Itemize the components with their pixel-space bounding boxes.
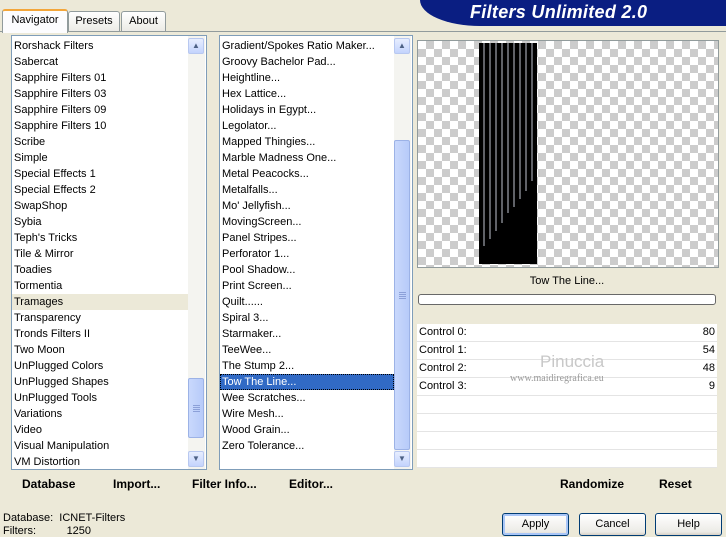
list-item[interactable]: The Stump 2... <box>220 358 394 374</box>
list-item[interactable]: Heightline... <box>220 70 394 86</box>
list-item[interactable]: Pool Shadow... <box>220 262 394 278</box>
help-button[interactable]: Help <box>655 513 722 536</box>
empty-row <box>417 432 717 450</box>
tab-presets[interactable]: Presets <box>68 11 120 31</box>
list-item[interactable]: Variations <box>12 406 188 422</box>
list-item[interactable]: Holidays in Egypt... <box>220 102 394 118</box>
list-item[interactable]: Scribe <box>12 134 188 150</box>
list-item[interactable]: Panel Stripes... <box>220 230 394 246</box>
control-label: Control 0: <box>419 326 467 338</box>
control-label: Control 3: <box>419 380 467 392</box>
list-item[interactable]: Rorshack Filters <box>12 38 188 54</box>
preview-image <box>417 40 719 268</box>
list-item[interactable]: Tramages <box>12 294 188 310</box>
reset-button[interactable]: Reset <box>659 477 692 491</box>
list-item[interactable]: Teph's Tricks <box>12 230 188 246</box>
list-item[interactable]: TeeWee... <box>220 342 394 358</box>
empty-row <box>417 396 717 414</box>
list-item[interactable]: Visual Manipulation <box>12 438 188 454</box>
control-value: 9 <box>708 380 715 392</box>
control-label: Control 2: <box>419 362 467 374</box>
list-item[interactable]: Metalfalls... <box>220 182 394 198</box>
list-item[interactable]: Transparency <box>12 310 188 326</box>
preview-stripes <box>479 43 537 264</box>
list-item[interactable]: Mapped Thingies... <box>220 134 394 150</box>
status-database: Database: ICNET-Filters <box>3 512 126 524</box>
list-item[interactable]: MovingScreen... <box>220 214 394 230</box>
list-item[interactable]: Gradient/Spokes Ratio Maker... <box>220 38 394 54</box>
watermark-site: www.maidiregrafica.eu <box>510 373 604 384</box>
list-item[interactable]: Toadies <box>12 262 188 278</box>
list-item[interactable]: Spiral 3... <box>220 310 394 326</box>
list-item[interactable]: Legolator... <box>220 118 394 134</box>
list-item[interactable]: UnPlugged Tools <box>12 390 188 406</box>
cancel-button[interactable]: Cancel <box>579 513 646 536</box>
list-item[interactable]: Sabercat <box>12 54 188 70</box>
scroll-down-icon[interactable]: ▼ <box>394 451 410 467</box>
list-item[interactable]: Two Moon <box>12 342 188 358</box>
import-button[interactable]: Import... <box>113 477 160 491</box>
list-item[interactable]: Tow The Line... <box>220 374 394 390</box>
scroll-thumb[interactable] <box>394 140 410 450</box>
category-scrollbar[interactable]: ▲ ▼ <box>188 36 205 469</box>
list-item[interactable]: Marble Madness One... <box>220 150 394 166</box>
list-item[interactable]: Sapphire Filters 10 <box>12 118 188 134</box>
list-item[interactable]: Metal Peacocks... <box>220 166 394 182</box>
database-button[interactable]: Database <box>22 477 75 491</box>
control-value: 48 <box>702 362 715 374</box>
list-item[interactable]: Wood Grain... <box>220 422 394 438</box>
scroll-up-icon[interactable]: ▲ <box>394 38 410 54</box>
list-item[interactable]: Sapphire Filters 01 <box>12 70 188 86</box>
list-item[interactable]: Simple <box>12 150 188 166</box>
list-item[interactable]: Print Screen... <box>220 278 394 294</box>
list-item[interactable]: Mo' Jellyfish... <box>220 198 394 214</box>
status-filters: Filters: 1250 <box>3 525 92 537</box>
list-item[interactable]: Perforator 1... <box>220 246 394 262</box>
list-item[interactable]: Sapphire Filters 03 <box>12 86 188 102</box>
list-item[interactable]: UnPlugged Shapes <box>12 374 188 390</box>
control-value: 80 <box>702 326 715 338</box>
list-item[interactable]: VM Distortion <box>12 454 188 469</box>
controls-panel: Control 0: 80 Control 1: 54 Control 2: 48 C… <box>417 324 717 468</box>
list-item[interactable]: UnPlugged Colors <box>12 358 188 374</box>
filter-list[interactable]: Gradient/Spokes Ratio Maker... Groovy Bac… <box>219 35 413 470</box>
list-item[interactable]: Zero Tolerance... <box>220 438 394 454</box>
list-item[interactable]: Tormentia <box>12 278 188 294</box>
list-item[interactable]: Hex Lattice... <box>220 86 394 102</box>
scroll-down-icon[interactable]: ▼ <box>188 451 204 467</box>
control-row[interactable]: Control 0: 80 <box>417 324 717 342</box>
tab-about[interactable]: About <box>121 11 166 31</box>
watermark-name: Pinuccia <box>540 352 605 371</box>
category-list[interactable]: Rorshack Filters Sabercat Sapphire Filters… <box>11 35 207 470</box>
list-item[interactable]: Tile & Mirror <box>12 246 188 262</box>
list-item[interactable]: Starmaker... <box>220 326 394 342</box>
scroll-up-icon[interactable]: ▲ <box>188 38 204 54</box>
list-item[interactable]: Groovy Bachelor Pad... <box>220 54 394 70</box>
list-item[interactable]: Quilt...... <box>220 294 394 310</box>
list-item[interactable]: Special Effects 1 <box>12 166 188 182</box>
tab-navigator[interactable]: Navigator <box>2 9 68 33</box>
empty-row <box>417 450 717 468</box>
filter-name-label: Tow The Line... <box>417 270 717 292</box>
control-label: Control 1: <box>419 344 467 356</box>
list-item[interactable]: Wire Mesh... <box>220 406 394 422</box>
banner-title: Filters Unlimited 2.0 <box>470 2 648 22</box>
filter-info-button[interactable]: Filter Info... <box>192 477 257 491</box>
filter-scrollbar[interactable]: ▲ ▼ <box>394 36 411 469</box>
list-item[interactable]: Wee Scratches... <box>220 390 394 406</box>
list-item[interactable]: SwapShop <box>12 198 188 214</box>
randomize-button[interactable]: Randomize <box>560 477 624 491</box>
list-item[interactable]: Tronds Filters II <box>12 326 188 342</box>
scroll-thumb[interactable] <box>188 378 204 438</box>
empty-row <box>417 414 717 432</box>
apply-button[interactable]: Apply <box>502 513 569 536</box>
list-item[interactable]: Video <box>12 422 188 438</box>
list-item[interactable]: Sybia <box>12 214 188 230</box>
progress-bar <box>418 294 716 305</box>
list-item[interactable]: Special Effects 2 <box>12 182 188 198</box>
list-item[interactable]: Sapphire Filters 09 <box>12 102 188 118</box>
editor-button[interactable]: Editor... <box>289 477 333 491</box>
control-value: 54 <box>702 344 715 356</box>
